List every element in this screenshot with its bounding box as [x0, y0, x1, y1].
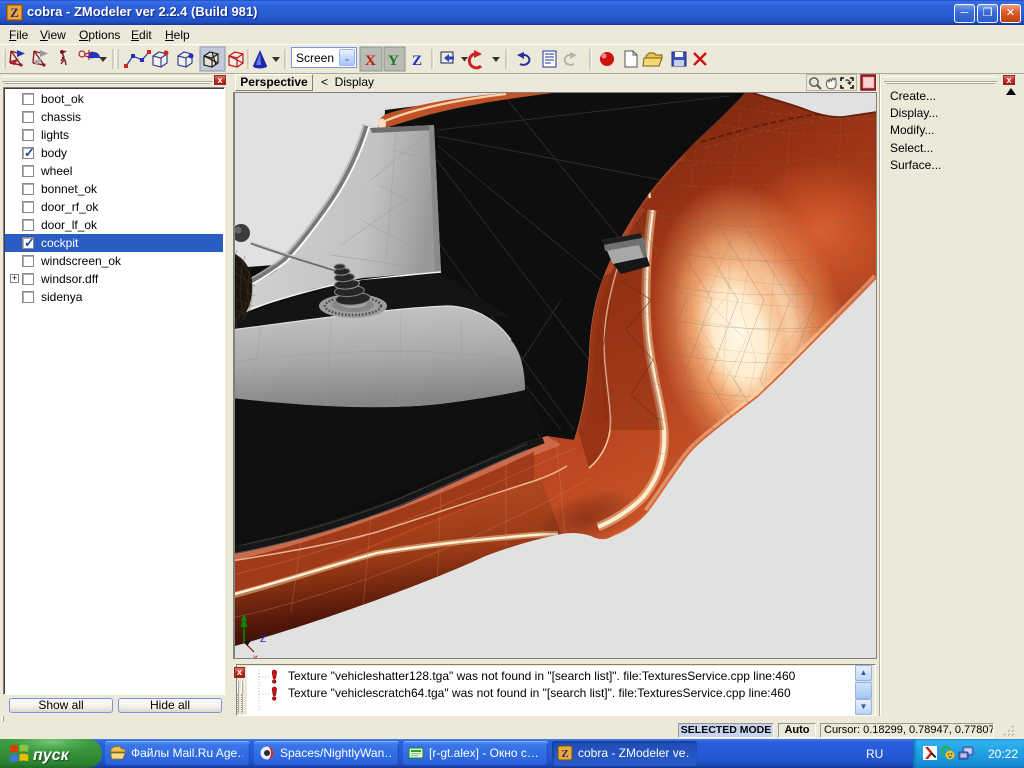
svg-text:пуск: пуск — [33, 747, 70, 764]
svg-text:Y: Y — [388, 53, 399, 69]
svg-text:Z: Z — [412, 53, 422, 69]
svg-text:X: X — [365, 53, 376, 69]
svg-text:Z: Z — [561, 748, 568, 760]
svg-text:Z: Z — [10, 5, 19, 20]
svg-text:Z: Z — [260, 634, 266, 645]
